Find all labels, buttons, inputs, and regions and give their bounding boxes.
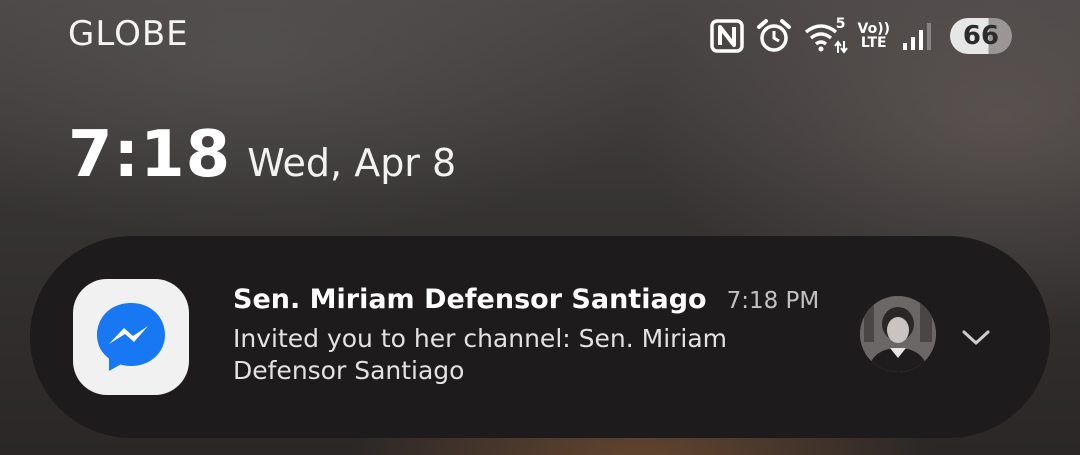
data-arrows-icon <box>833 40 848 54</box>
clock-time: 7:18 <box>68 118 232 192</box>
wifi-badge: 5 <box>835 16 846 32</box>
sender-avatar <box>860 296 936 372</box>
messenger-app-icon <box>73 279 189 395</box>
carrier-name: GLOBE <box>68 14 189 54</box>
messenger-notification[interactable]: Sen. Miriam Defensor Santiago 7:18 PM In… <box>30 236 1050 438</box>
battery-indicator: 66 <box>950 18 1012 54</box>
notification-time: 7:18 PM <box>726 288 820 314</box>
notification-message: Invited you to her channel: Sen. Miriam … <box>233 324 728 385</box>
sender-name: Sen. Miriam Defensor Santiago <box>233 284 707 315</box>
notification-header: Sen. Miriam Defensor Santiago 7:18 PM <box>233 284 823 315</box>
status-icons: 5 Vo)) LTE 66 <box>698 14 1012 58</box>
clock-date: Wed, Apr 8 <box>247 141 457 185</box>
volte-label: Vo)) <box>857 21 890 37</box>
avatar-photo <box>860 296 936 372</box>
nfc-icon <box>709 19 744 53</box>
wifi-status: 5 <box>804 16 848 54</box>
volte-lte-icon: Vo)) LTE <box>858 22 890 50</box>
lte-label: LTE <box>860 35 887 51</box>
chevron-down-icon <box>962 330 990 345</box>
expand-button[interactable] <box>956 318 996 358</box>
signal-icon <box>903 23 931 50</box>
status-bar: GLOBE 5 Vo)) LTE 66 <box>0 0 1080 72</box>
lock-screen-clock: 7:18 Wed, Apr 8 <box>68 118 456 192</box>
battery-level: 66 <box>962 21 1000 51</box>
alarm-icon <box>756 19 791 52</box>
notification-content: Sen. Miriam Defensor Santiago 7:18 PM In… <box>233 284 823 387</box>
messenger-icon <box>97 303 165 371</box>
wifi-icon <box>804 24 837 52</box>
